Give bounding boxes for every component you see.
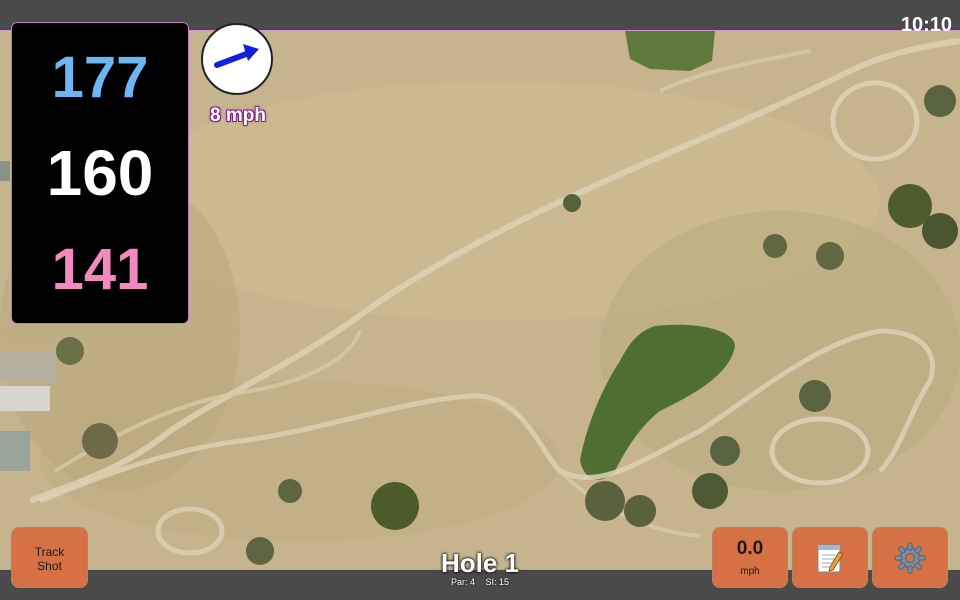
notepad-icon — [817, 544, 844, 572]
track-shot-button[interactable]: Track Shot — [11, 527, 88, 588]
hole-info: Par: 4 SI: 15 — [380, 577, 580, 587]
scorecard-notes-button[interactable] — [792, 527, 868, 588]
settings-button[interactable] — [872, 527, 948, 588]
yardage-panel: 177 160 141 — [11, 22, 189, 324]
track-shot-label-line1: Track — [34, 544, 65, 559]
back-distance: 177 — [51, 45, 149, 110]
front-distance: 141 — [51, 237, 149, 302]
middle-distance: 160 — [46, 137, 154, 209]
wind-speed-label: 8 mph — [210, 105, 266, 126]
track-shot-label-line2: Shot — [37, 558, 62, 573]
speed-unit: mph — [740, 566, 760, 577]
wind-indicator — [201, 23, 273, 95]
gear-icon — [894, 542, 926, 573]
hole-stroke-index: SI: 15 — [485, 577, 510, 587]
speed-value: 0.0 — [736, 538, 764, 559]
wind-arrow-icon — [214, 44, 259, 68]
speed-button[interactable]: 0.0 mph — [712, 527, 788, 588]
hole-title: Hole 1 — [440, 548, 520, 578]
hole-par: Par: 4 — [450, 577, 475, 587]
status-clock: 10:10 — [900, 14, 952, 36]
